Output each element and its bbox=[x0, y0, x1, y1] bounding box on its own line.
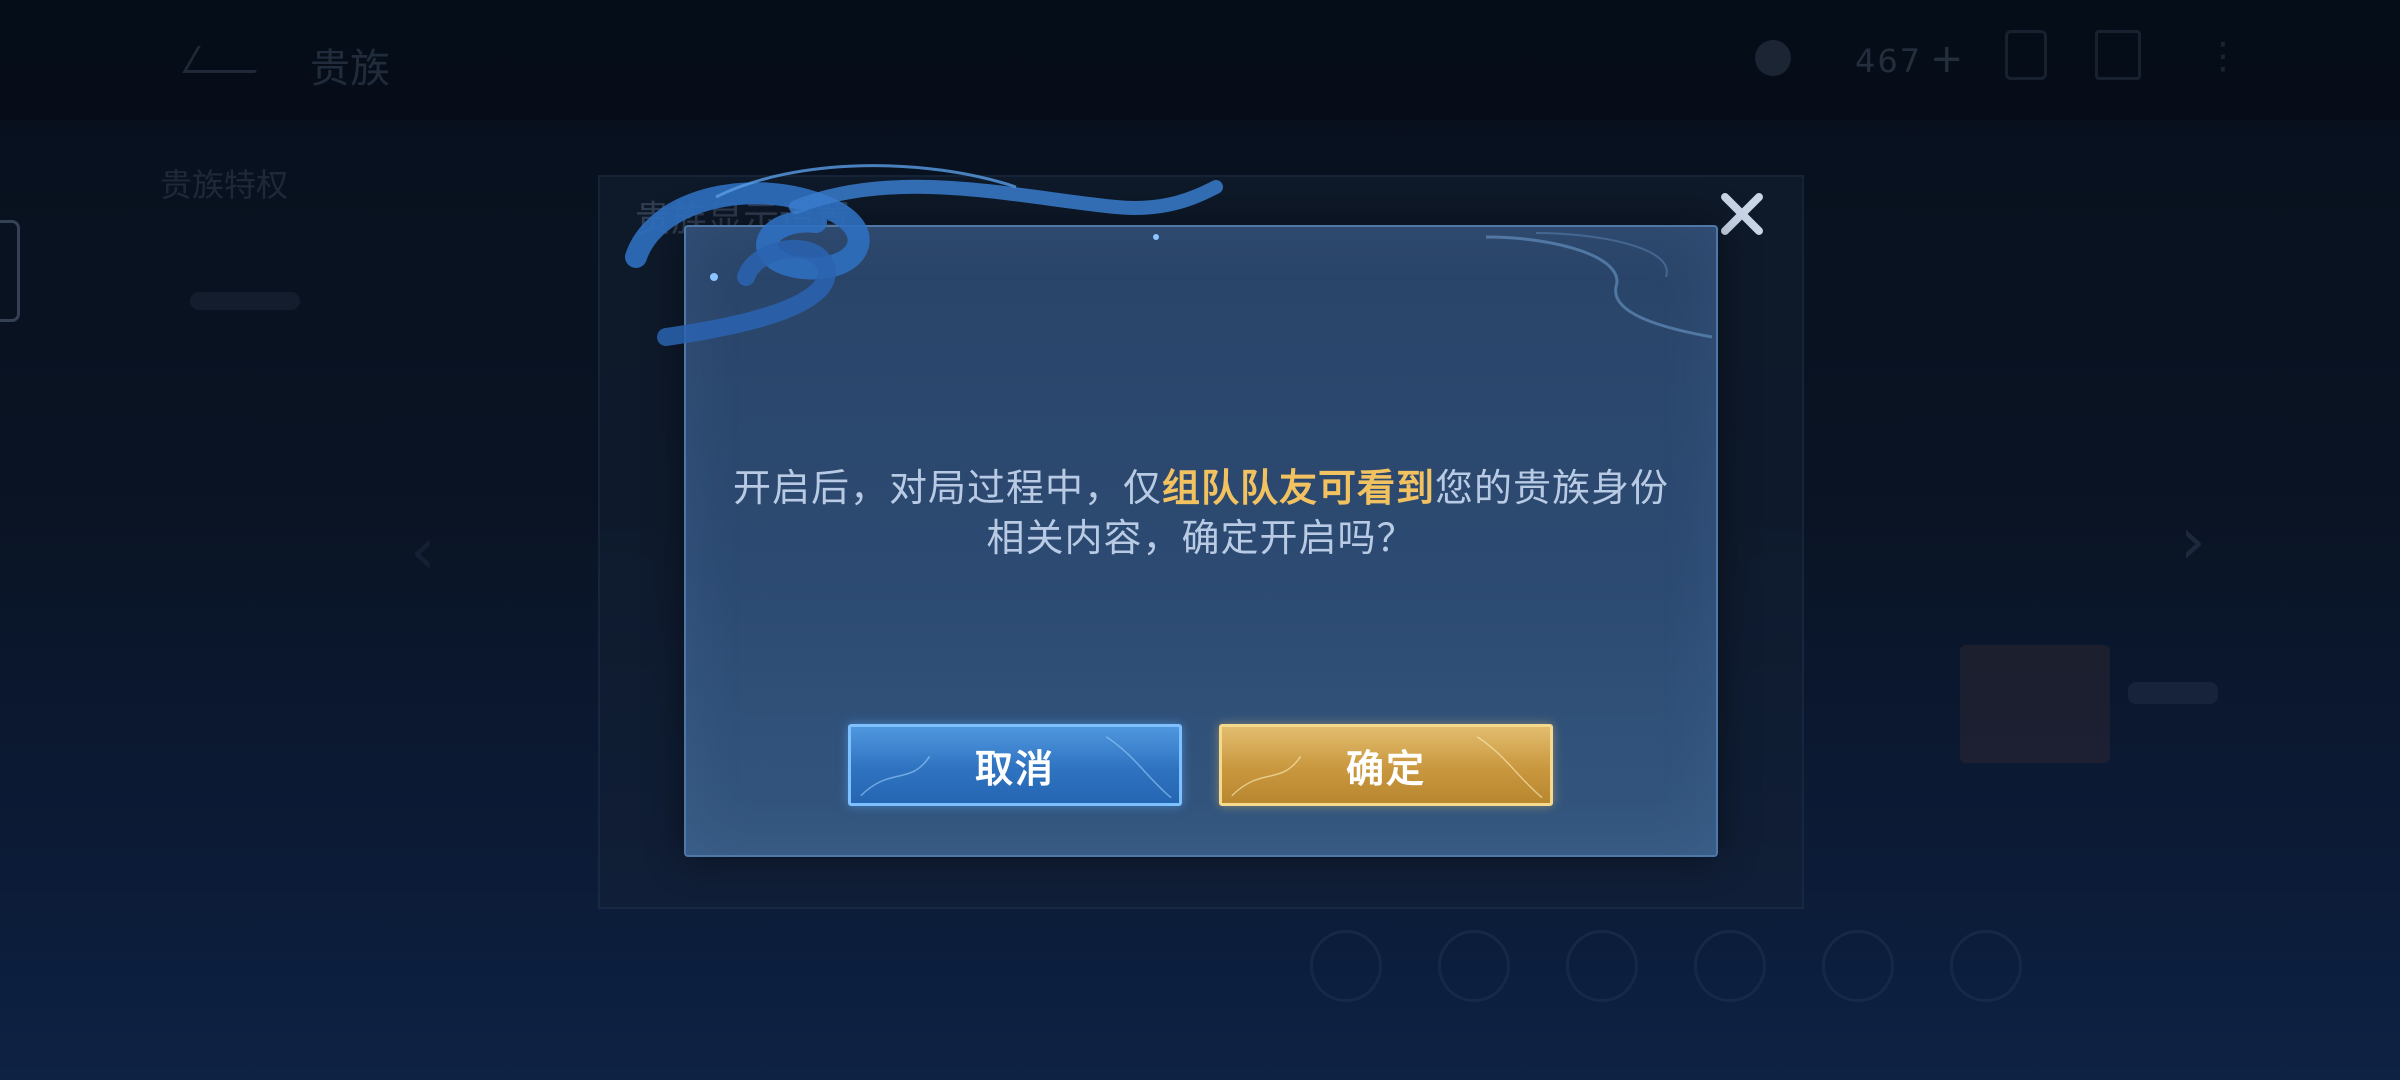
message-text: 开启后，对局过程中，仅 bbox=[732, 466, 1162, 510]
cancel-button[interactable]: 取消 bbox=[848, 724, 1182, 806]
confirm-button[interactable]: 确定 bbox=[1219, 724, 1553, 806]
cancel-button-label: 取消 bbox=[974, 746, 1055, 791]
cloud-swirl-decoration-right bbox=[1485, 232, 1713, 339]
dialog-message: 开启后，对局过程中，仅组队队友可看到您的贵族身份相关内容，确定开启吗？ bbox=[726, 463, 1676, 563]
confirm-dialog: 开启后，对局过程中，仅组队队友可看到您的贵族身份相关内容，确定开启吗？ 取消 确… bbox=[625, 164, 1718, 857]
confirm-button-label: 确定 bbox=[1345, 746, 1426, 791]
close-icon[interactable] bbox=[1710, 182, 1774, 246]
message-highlight: 组队队友可看到 bbox=[1161, 466, 1435, 510]
